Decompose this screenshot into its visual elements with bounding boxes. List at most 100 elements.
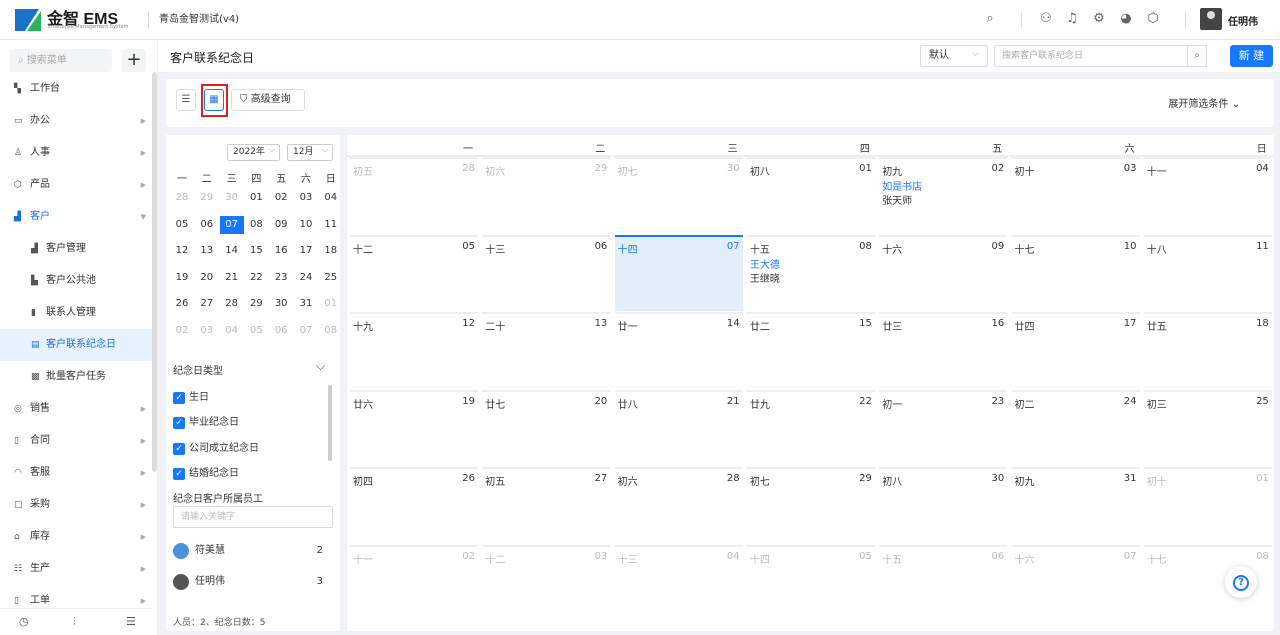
calendar-day-cell[interactable]: 十一 02 xyxy=(350,544,478,621)
add-menu-button[interactable]: + xyxy=(122,49,146,72)
anniversary-event[interactable]: 如是书店 xyxy=(882,178,922,193)
user-name[interactable]: 任明伟 xyxy=(1228,13,1258,28)
mini-day[interactable]: 02 xyxy=(170,322,194,340)
pie-chart-icon[interactable]: ◕ xyxy=(1118,11,1134,27)
mini-day[interactable]: 28 xyxy=(220,295,244,313)
search-icon[interactable]: ⌕ xyxy=(982,11,998,27)
menu-search-input[interactable]: ⌕ 搜索菜单 xyxy=(10,49,112,72)
mini-day[interactable]: 28 xyxy=(170,189,194,207)
calendar-day-cell[interactable]: 十二 05 xyxy=(350,234,478,311)
sidebar-item-service[interactable]: ◠ 客服 ▶ xyxy=(0,457,152,489)
mini-day[interactable]: 04 xyxy=(220,322,244,340)
mini-day[interactable]: 21 xyxy=(220,269,244,287)
mini-day[interactable]: 30 xyxy=(220,189,244,207)
calendar-day-cell[interactable]: 十一 04 xyxy=(1143,157,1272,233)
sidebar-item-workorder[interactable]: ▯ 工单 ▶ xyxy=(0,585,152,608)
mini-day[interactable]: 09 xyxy=(269,216,293,234)
mini-day[interactable]: 31 xyxy=(294,295,318,313)
checkbox-company-founding[interactable]: 公司成立纪念日 xyxy=(173,442,259,456)
sidebar-item-contacts[interactable]: ▮ 联系人管理 xyxy=(0,297,152,329)
advanced-query-button[interactable]: ⛉ 高级查询 xyxy=(231,89,305,111)
mini-day[interactable]: 08 xyxy=(319,322,343,340)
mini-day[interactable]: 17 xyxy=(294,242,318,260)
avatar[interactable] xyxy=(1200,8,1222,30)
mini-day[interactable]: 08 xyxy=(244,216,268,234)
calendar-day-cell[interactable]: 初八 30 xyxy=(879,467,1008,543)
mini-day[interactable]: 04 xyxy=(319,189,343,207)
sidebar-item-hr[interactable]: ♙ 人事 ▶ xyxy=(0,137,152,169)
mini-day[interactable]: 25 xyxy=(319,269,343,287)
calendar-day-cell[interactable]: 十三 04 xyxy=(614,544,743,621)
mini-day[interactable]: 01 xyxy=(319,295,343,313)
mini-day[interactable]: 19 xyxy=(170,269,194,287)
calendar-day-cell[interactable]: 廿六 19 xyxy=(350,389,478,466)
mini-day[interactable]: 23 xyxy=(269,269,293,287)
calendar-day-cell[interactable]: 十七 10 xyxy=(1011,234,1140,311)
mini-day[interactable]: 01 xyxy=(244,189,268,207)
calendar-day-cell[interactable]: 初七 30 xyxy=(614,157,743,233)
calendar-day-cell[interactable]: 初十 03 xyxy=(1011,157,1140,233)
mini-day[interactable]: 12 xyxy=(170,242,194,260)
mini-day[interactable]: 07 xyxy=(294,322,318,340)
calendar-day-cell[interactable]: 初八 01 xyxy=(746,157,875,233)
calendar-day-cell[interactable]: 初六 28 xyxy=(614,467,743,543)
sidebar-item-contract[interactable]: ▯ 合同 ▶ xyxy=(0,425,152,457)
calendar-day-cell[interactable]: 初十 01 xyxy=(1143,467,1272,543)
calendar-day-cell[interactable]: 廿七 20 xyxy=(482,389,611,466)
calendar-view-button[interactable]: ▦ xyxy=(204,89,224,111)
sidebar-scrollbar[interactable] xyxy=(152,72,157,472)
mini-day[interactable]: 15 xyxy=(244,242,268,260)
list-view-button[interactable]: ☰ xyxy=(176,89,196,111)
mini-day[interactable]: 13 xyxy=(195,242,219,260)
help-button[interactable]: ? xyxy=(1225,566,1257,598)
mini-day[interactable]: 14 xyxy=(220,242,244,260)
project-name[interactable]: 青岛金智测试(v4) xyxy=(148,12,239,28)
search-input[interactable]: 搜索客户联系纪念日 xyxy=(994,45,1207,67)
calendar-day-cell[interactable]: 初七 29 xyxy=(746,467,875,543)
expand-filters-link[interactable]: 展开筛选条件 ⌄ xyxy=(1168,95,1240,110)
calendar-day-cell[interactable]: 十九 12 xyxy=(350,312,478,388)
calendar-day-cell[interactable]: 十四 07 xyxy=(614,234,743,311)
contacts-icon[interactable]: ⚇ xyxy=(1038,11,1054,27)
calendar-day-cell[interactable]: 初九 02 如是书店 张天师 xyxy=(879,157,1008,233)
mini-day[interactable]: 20 xyxy=(195,269,219,287)
sidebar-item-workbench[interactable]: ▚ 工作台 xyxy=(0,73,152,105)
mini-day[interactable]: 05 xyxy=(170,216,194,234)
calendar-day-cell[interactable]: 十八 11 xyxy=(1143,234,1272,311)
calendar-day-cell[interactable]: 廿三 16 xyxy=(879,312,1008,388)
anniversary-event[interactable]: 王继晓 xyxy=(750,270,780,285)
checkbox-wedding[interactable]: 结婚纪念日 xyxy=(173,467,239,481)
mini-day[interactable]: 24 xyxy=(294,269,318,287)
calendar-day-cell[interactable]: 初二 24 xyxy=(1011,389,1140,466)
employee-item[interactable]: 任明伟 3 xyxy=(173,572,323,592)
calendar-day-cell[interactable]: 二十 13 xyxy=(482,312,611,388)
collapse-menu-icon[interactable]: ☰ xyxy=(126,615,136,628)
keyword-input[interactable]: 请输入关键字 xyxy=(173,506,333,528)
sidebar-item-batch-tasks[interactable]: ▩ 批量客户任务 xyxy=(0,361,152,393)
calendar-day-cell[interactable]: 十六 09 xyxy=(879,234,1008,311)
logo[interactable]: 金智 EMS Enterprise Management System xyxy=(13,6,143,34)
calendar-day-cell[interactable]: 廿九 22 xyxy=(746,389,875,466)
chevron-down-icon[interactable]: ⌵ xyxy=(316,359,325,374)
month-select[interactable]: 12月 xyxy=(287,142,333,161)
calendar-day-cell[interactable]: 初一 23 xyxy=(879,389,1008,466)
sidebar-item-customer-pool[interactable]: ▙ 客户公共池 xyxy=(0,265,152,297)
mini-day[interactable]: 26 xyxy=(170,295,194,313)
type-filter-header[interactable]: 纪念日类型 xyxy=(173,362,223,377)
mini-day[interactable]: 06 xyxy=(269,322,293,340)
mini-day[interactable]: 29 xyxy=(244,295,268,313)
mini-day[interactable]: 27 xyxy=(195,295,219,313)
search-button[interactable]: ⌕ xyxy=(1187,45,1207,67)
bell-icon[interactable]: ♫ xyxy=(1064,11,1080,27)
checkbox-birthday[interactable]: 生日 xyxy=(173,391,209,405)
calendar-day-cell[interactable]: 十五 06 xyxy=(879,544,1008,621)
mini-day[interactable]: 22 xyxy=(244,269,268,287)
sidebar-item-office[interactable]: ▭ 办公 ▶ xyxy=(0,105,152,137)
calendar-day-cell[interactable]: 初六 29 xyxy=(482,157,611,233)
sidebar-item-inventory[interactable]: ⌂ 库存 ▶ xyxy=(0,521,152,553)
calendar-day-cell[interactable]: 初五 28 xyxy=(350,157,478,233)
calendar-day-cell[interactable]: 廿四 17 xyxy=(1011,312,1140,388)
sidebar-item-customer[interactable]: ▟ 客户 ▼ xyxy=(0,201,152,233)
mini-day[interactable]: 18 xyxy=(319,242,343,260)
sidebar-item-product[interactable]: ⬡ 产品 ▶ xyxy=(0,169,152,201)
